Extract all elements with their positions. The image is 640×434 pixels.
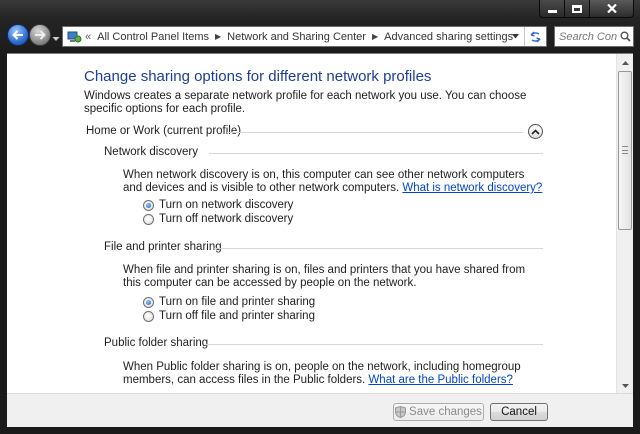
search-input[interactable]: [555, 30, 617, 43]
scroll-thumb[interactable]: [618, 71, 632, 230]
recent-pages-button[interactable]: [52, 33, 60, 41]
window: « All Control Panel Items ▶ Network and …: [0, 0, 640, 434]
chevron-down-icon: [52, 37, 60, 41]
radio-selected[interactable]: [143, 199, 154, 211]
footer-bar: Save changes Cancel: [7, 393, 633, 427]
network-discovery-divider: [209, 153, 543, 154]
file-printer-sharing-heading: File and printer sharing: [104, 241, 222, 253]
public-folder-sharing-heading: Public folder sharing: [104, 337, 209, 349]
profile-heading: Home or Work (current profile): [86, 125, 242, 137]
scroll-up-icon: [622, 60, 629, 65]
refresh-button[interactable]: [524, 27, 546, 46]
page-title: Change sharing options for different net…: [84, 68, 432, 85]
public-folders-help-link[interactable]: What are the Public folders?: [368, 374, 512, 386]
chevron-up-icon: [531, 128, 540, 135]
network-discovery-description: When network discovery is on, this compu…: [123, 169, 543, 195]
breadcrumb-all-control-panel-items[interactable]: All Control Panel Items: [94, 31, 212, 43]
network-discovery-help-link[interactable]: What is network discovery?: [402, 182, 542, 194]
radio-label: Turn on network discovery: [159, 199, 294, 211]
radio-label: Turn off file and printer sharing: [159, 310, 315, 322]
scroll-up-button[interactable]: [617, 54, 633, 71]
file-printer-sharing-description: When file and printer sharing is on, fil…: [123, 264, 526, 289]
turn-on-network-discovery-radio[interactable]: Turn on network discovery: [143, 199, 293, 211]
minimize-icon: [547, 10, 557, 13]
control-panel-icon: [63, 27, 85, 46]
scroll-grip: [622, 146, 628, 154]
radio-label: Turn off network discovery: [159, 213, 294, 225]
refresh-icon: [530, 31, 541, 42]
close-icon: [606, 4, 617, 13]
cancel-button[interactable]: Cancel: [490, 403, 548, 421]
scroll-down-button[interactable]: [617, 377, 633, 393]
back-arrow-icon: [12, 30, 23, 40]
turn-off-network-discovery-radio[interactable]: Turn off network discovery: [143, 213, 293, 225]
maximize-icon: [572, 4, 582, 13]
content-pane: Change sharing options for different net…: [7, 53, 633, 393]
chevron-down-icon: [511, 34, 519, 39]
close-button[interactable]: [590, 0, 634, 18]
minimize-button[interactable]: [539, 0, 565, 18]
address-dropdown-button[interactable]: [508, 27, 522, 46]
save-changes-label: Save changes: [409, 406, 482, 418]
forward-arrow-icon: [35, 30, 46, 40]
radio-unselected[interactable]: [143, 213, 154, 225]
public-folder-sharing-description: When Public folder sharing is on, people…: [123, 361, 543, 387]
forward-button[interactable]: [29, 24, 51, 46]
uac-shield-icon: [395, 406, 407, 418]
maximize-button[interactable]: [565, 0, 590, 18]
radio-label: Turn on file and printer sharing: [159, 296, 316, 308]
breadcrumb-advanced-sharing-settings[interactable]: Advanced sharing settings: [381, 31, 516, 43]
cancel-label: Cancel: [501, 406, 537, 418]
breadcrumb-separator-icon[interactable]: ▶: [369, 32, 381, 41]
search-box[interactable]: [554, 26, 634, 47]
search-icon[interactable]: [617, 29, 633, 45]
network-discovery-heading: Network discovery: [104, 146, 198, 158]
navigation-bar: « All Control Panel Items ▶ Network and …: [0, 20, 640, 52]
vertical-scrollbar[interactable]: [616, 54, 633, 393]
intro-text: Windows creates a separate network profi…: [84, 90, 527, 115]
collapse-profile-button[interactable]: [528, 124, 543, 139]
scroll-down-icon: [622, 383, 629, 388]
breadcrumb-overflow[interactable]: «: [85, 31, 94, 43]
radio-selected[interactable]: [143, 296, 154, 308]
breadcrumb-network-and-sharing-center[interactable]: Network and Sharing Center: [224, 31, 369, 43]
turn-off-file-printer-sharing-radio[interactable]: Turn off file and printer sharing: [143, 310, 315, 322]
back-button[interactable]: [7, 24, 29, 46]
file-printer-sharing-divider: [214, 248, 543, 249]
address-bar[interactable]: « All Control Panel Items ▶ Network and …: [62, 26, 547, 47]
public-folder-sharing-divider: [206, 344, 543, 345]
turn-on-file-printer-sharing-radio[interactable]: Turn on file and printer sharing: [143, 296, 315, 308]
breadcrumb-separator-icon[interactable]: ▶: [212, 32, 224, 41]
save-changes-button[interactable]: Save changes: [393, 403, 484, 421]
caption-buttons: [539, 0, 634, 18]
profile-divider: [227, 132, 523, 133]
radio-unselected[interactable]: [143, 310, 154, 322]
